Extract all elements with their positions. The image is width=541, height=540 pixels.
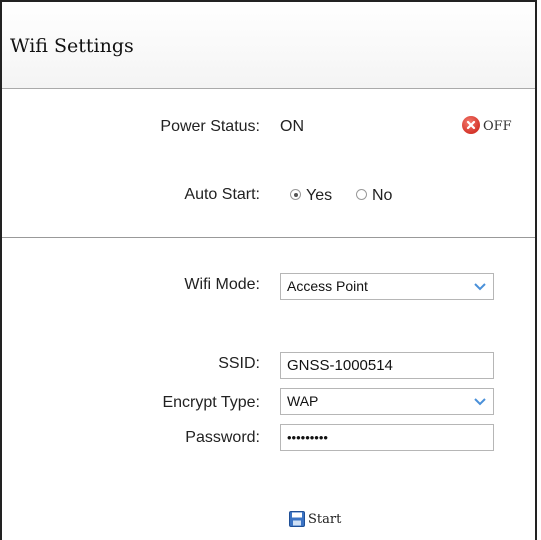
encrypt-type-select[interactable]: WAP <box>280 388 494 415</box>
save-icon[interactable] <box>289 511 305 527</box>
power-off-button[interactable]: OFF <box>483 119 512 134</box>
encrypt-type-label: Encrypt Type: <box>162 394 260 411</box>
chevron-down-icon <box>474 398 486 406</box>
auto-start-no-radio[interactable] <box>356 189 367 200</box>
ssid-input[interactable]: GNSS-1000514 <box>280 352 494 379</box>
auto-start-label: Auto Start: <box>184 186 260 203</box>
password-label: Password: <box>185 429 260 446</box>
auto-start-yes-radio[interactable] <box>290 189 301 200</box>
power-status-value: ON <box>280 118 304 135</box>
close-circle-icon[interactable] <box>462 116 480 134</box>
auto-start-yes-label: Yes <box>306 187 333 204</box>
panel-header: Wifi Settings <box>2 2 535 89</box>
chevron-down-icon <box>474 283 486 291</box>
wifi-mode-value: Access Point <box>287 278 368 294</box>
encrypt-type-value: WAP <box>287 393 319 409</box>
wifi-mode-label: Wifi Mode: <box>184 276 260 293</box>
password-input[interactable]: ••••••••• <box>280 424 494 451</box>
power-status-label: Power Status: <box>160 118 260 135</box>
wifi-mode-select[interactable]: Access Point <box>280 273 494 300</box>
auto-start-no-label: No <box>372 187 393 204</box>
ssid-label: SSID: <box>218 355 260 372</box>
start-button[interactable]: Start <box>308 512 341 527</box>
section-divider <box>2 237 535 238</box>
page-title: Wifi Settings <box>10 35 134 57</box>
